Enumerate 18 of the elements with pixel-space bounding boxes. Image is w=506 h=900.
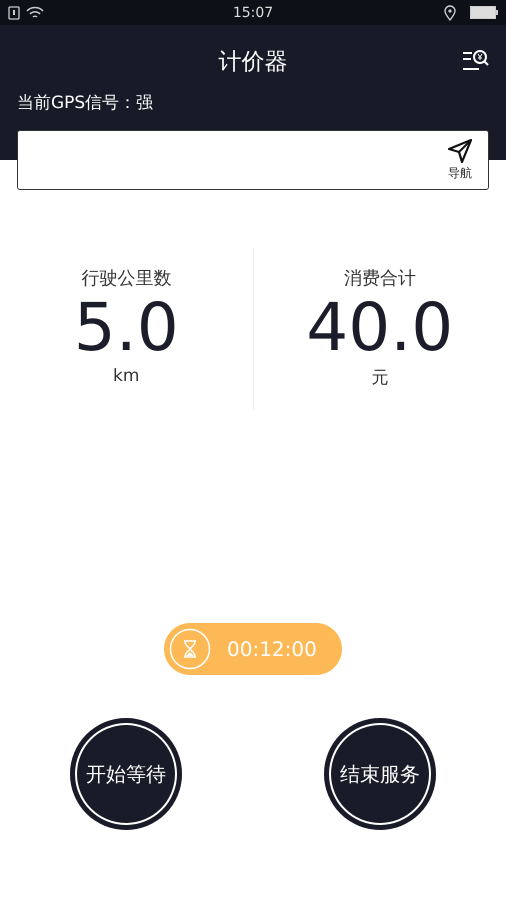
status-time: 15:07 <box>232 4 274 20</box>
location-pin-icon <box>444 4 456 20</box>
page-title: 计价器 <box>218 48 288 76</box>
stat-label: 消费合计 <box>344 267 416 290</box>
stat-value: 40.0 <box>306 290 454 366</box>
stat-value: 5.0 <box>74 290 179 366</box>
stat-unit: 元 <box>371 366 388 389</box>
fare-menu-button[interactable] <box>461 47 489 73</box>
sim-card-icon <box>8 6 20 20</box>
stat-unit: km <box>113 366 140 386</box>
gps-status: 当前GPS信号：强 <box>17 92 154 114</box>
action-button[interactable]: 开始等待 <box>70 718 182 830</box>
timer-text: 00:12:00 <box>227 637 317 661</box>
stat-label: 行驶公里数 <box>81 267 172 290</box>
action-button[interactable]: 结束服务 <box>324 718 436 830</box>
battery-icon <box>470 6 498 19</box>
hourglass-icon <box>169 628 211 670</box>
wifi-icon <box>26 6 44 20</box>
